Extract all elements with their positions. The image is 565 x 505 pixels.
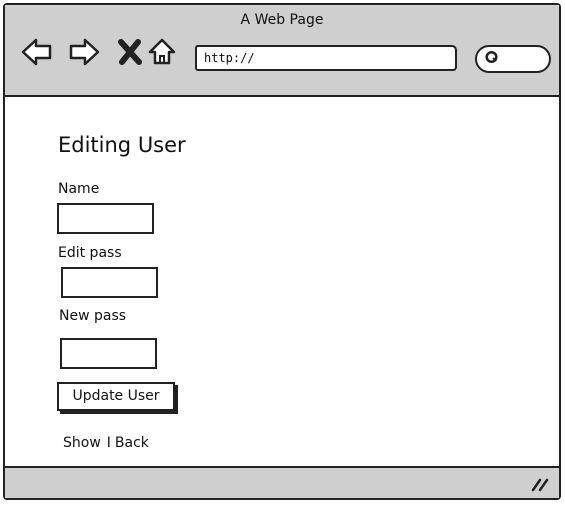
forward-arrow-icon[interactable] — [67, 35, 101, 69]
new-pass-field[interactable] — [60, 338, 157, 369]
home-icon[interactable] — [145, 35, 179, 69]
edit-pass-field[interactable] — [61, 267, 158, 298]
name-field[interactable] — [57, 203, 154, 234]
url-input[interactable]: http:// — [195, 45, 457, 71]
name-label: Name — [58, 181, 100, 197]
edit-pass-label: Edit pass — [58, 245, 122, 261]
back-arrow-icon[interactable] — [20, 35, 54, 69]
new-pass-label: New pass — [59, 308, 127, 324]
link-separator: I — [106, 435, 111, 451]
close-icon[interactable] — [113, 35, 147, 69]
show-link[interactable]: Show — [63, 435, 101, 451]
update-user-button[interactable]: Update User — [57, 382, 175, 411]
search-icon — [485, 50, 498, 64]
browser-statusbar — [5, 466, 559, 498]
browser-window: A Web Page http:// Editing User Name Edi… — [3, 3, 561, 500]
search-input[interactable] — [475, 45, 551, 73]
window-title: A Web Page — [240, 12, 324, 28]
nav-links: Show I Back — [63, 435, 149, 451]
browser-titlebar: A Web Page http:// — [5, 5, 559, 97]
resize-grip-icon[interactable] — [529, 474, 551, 492]
back-link[interactable]: Back — [115, 435, 149, 451]
page-title: Editing User — [58, 133, 186, 157]
